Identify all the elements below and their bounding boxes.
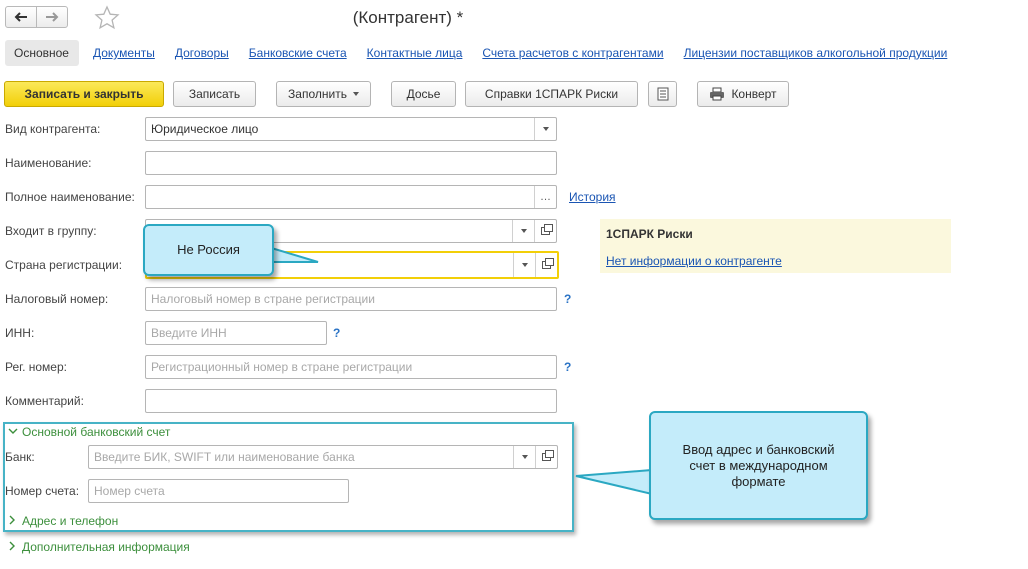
bank-callout: Ввод адрес и банковский счет в междунаро… [649,411,868,520]
callout-pointers [267,245,653,496]
country-callout: Не Россия [143,224,274,276]
